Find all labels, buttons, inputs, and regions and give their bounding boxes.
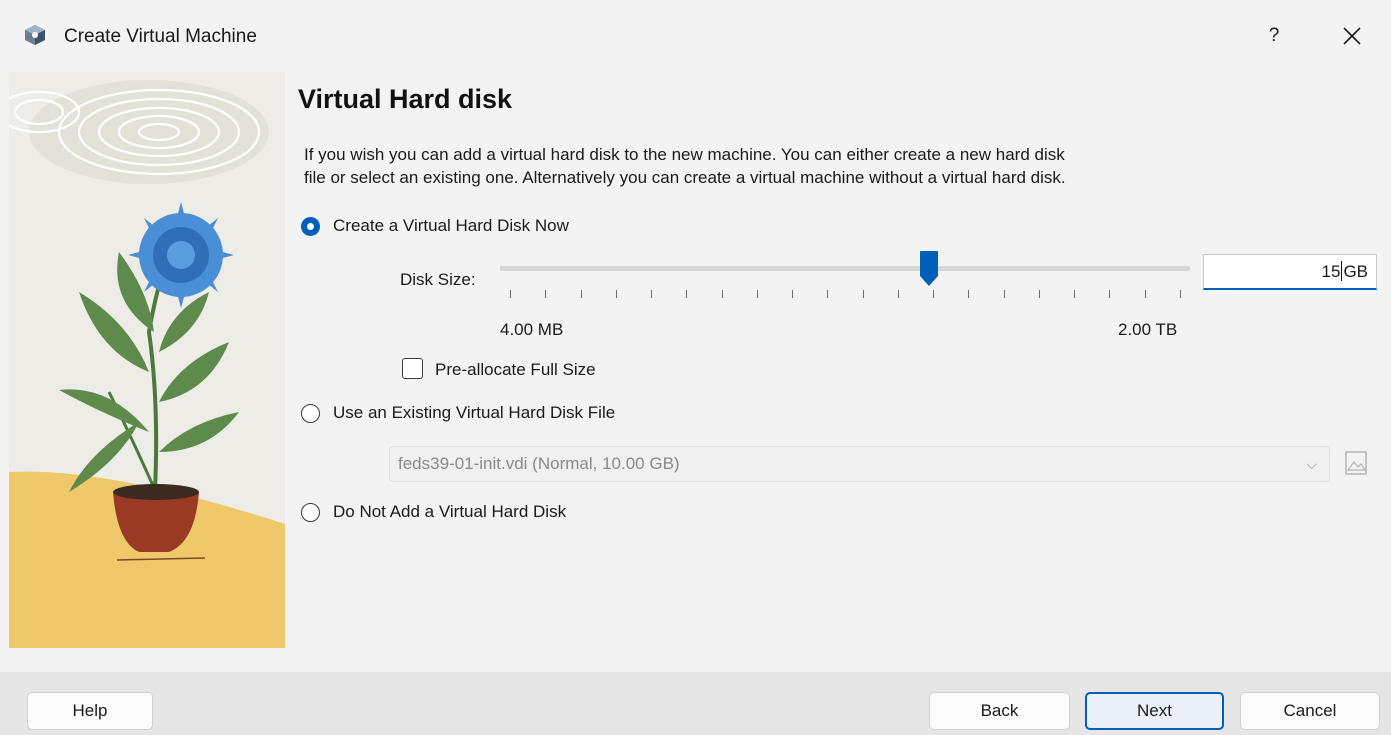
disk-size-slider-fill [500,266,928,271]
folder-browse-icon [1345,451,1367,475]
radio-use-existing[interactable] [301,404,320,423]
slider-tick [827,290,829,298]
slider-tick [1144,290,1146,298]
radio-use-existing-label[interactable]: Use an Existing Virtual Hard Disk File [333,403,615,423]
radio-do-not-add-label[interactable]: Do Not Add a Virtual Hard Disk [333,502,566,522]
existing-disk-select-value: feds39-01-init.vdi (Normal, 10.00 GB) [398,454,680,473]
slider-tick [615,290,617,298]
description-line-1: If you wish you can add a virtual hard d… [304,145,1065,164]
disk-size-ticks [500,290,1190,300]
slider-tick [1003,290,1005,298]
slider-tick [580,290,582,298]
flower-pot-illustration [9,72,285,648]
disk-size-min-label: 4.00 MB [500,320,564,339]
preallocate-checkbox[interactable] [402,358,423,379]
button-bar: Help Back Next Cancel [0,672,1391,735]
cancel-button[interactable]: Cancel [1240,692,1380,730]
slider-tick [792,290,794,298]
close-icon[interactable] [1334,18,1370,54]
slider-tick [721,290,723,298]
slider-tick [968,290,970,298]
disk-size-unit: GB [1343,262,1368,281]
page-description: If you wish you can add a virtual hard d… [304,143,1304,189]
disk-size-label: Disk Size: [400,270,476,289]
virtualbox-cube-icon [25,25,45,45]
disk-size-max-label: 2.00 TB [1118,320,1178,339]
description-line-2: file or select an existing one. Alternat… [304,168,1066,187]
disk-size-slider-handle[interactable] [919,250,939,288]
radio-create-now-label[interactable]: Create a Virtual Hard Disk Now [333,216,569,236]
back-button[interactable]: Back [929,692,1070,730]
preallocate-label[interactable]: Pre-allocate Full Size [435,360,596,380]
existing-disk-select: feds39-01-init.vdi (Normal, 10.00 GB) ⌵ [389,446,1330,482]
disk-size-value: 15 [1321,262,1341,281]
radio-do-not-add[interactable] [301,503,320,522]
slider-tick [756,290,758,298]
window-title: Create Virtual Machine [64,26,257,47]
slider-tick [897,290,899,298]
disk-size-slider-track[interactable] [500,266,1190,271]
slider-tick [686,290,688,298]
slider-tick [651,290,653,298]
chevron-down-icon: ⌵ [1306,456,1317,472]
slider-tick [1180,290,1181,298]
next-button[interactable]: Next [1085,692,1224,730]
slider-tick [862,290,864,298]
title-bar: Create Virtual Machine ? [0,0,1391,70]
disk-size-input[interactable]: 15 GB [1203,254,1377,290]
slider-tick [1038,290,1040,298]
slider-tick [1109,290,1111,298]
page-heading: Virtual Hard disk [298,84,513,114]
help-button[interactable]: Help [27,692,153,730]
slider-tick [545,290,547,298]
radio-create-now[interactable] [301,217,320,236]
wizard-illustration [9,72,285,648]
help-question-button[interactable]: ? [1258,20,1290,52]
slider-tick [1074,290,1076,298]
slider-tick [933,290,935,298]
slider-tick [510,290,511,298]
